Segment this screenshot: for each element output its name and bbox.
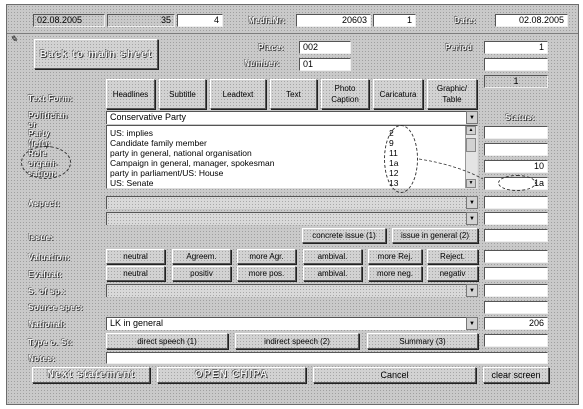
valuation-agreement-button[interactable]: Agreem. bbox=[172, 249, 231, 264]
cancel-button[interactable]: Cancel bbox=[313, 367, 476, 383]
politician-value: Conservative Party bbox=[106, 111, 466, 124]
evaluation-more-positive-button[interactable]: more pos. bbox=[237, 266, 296, 281]
valuation-neutral-button[interactable]: neutral bbox=[106, 249, 165, 264]
valuation-reject-button[interactable]: Reject. bbox=[427, 249, 478, 264]
status-label: Status: bbox=[505, 113, 535, 122]
period-label: Period bbox=[445, 43, 473, 52]
national-value: LK in general bbox=[106, 317, 466, 330]
source-spec-label: Source spec: bbox=[28, 303, 84, 312]
party-code-field[interactable]: 10 bbox=[484, 160, 548, 173]
counter-field[interactable]: 35 bbox=[107, 14, 175, 27]
direct-speech-button[interactable]: direct speech (1) bbox=[106, 333, 228, 349]
tab-leadtext[interactable]: Leadtext bbox=[210, 79, 266, 109]
scroll-thumb[interactable] bbox=[466, 138, 476, 152]
valuation-label: Valuation: bbox=[28, 253, 71, 262]
source-of-speech-label: S. of sp.: bbox=[28, 287, 66, 296]
clear-screen-button[interactable]: clear screen bbox=[483, 367, 549, 383]
text-form-label: Text Form: bbox=[28, 94, 73, 103]
aspect-code-2[interactable] bbox=[484, 212, 548, 225]
open-chipa-button[interactable]: OPEN CHIPA bbox=[157, 367, 306, 383]
period-field[interactable]: 1 bbox=[484, 41, 548, 54]
issue-in-general-button[interactable]: issue in general (2) bbox=[392, 228, 478, 243]
place-field[interactable]: 002 bbox=[299, 41, 351, 54]
entry-date-field[interactable]: 02.08.2005 bbox=[33, 14, 105, 27]
list-item[interactable]: party in general, national organisation bbox=[110, 148, 252, 158]
back-to-main-sheet-button[interactable]: Back to main sheet bbox=[34, 39, 158, 69]
concrete-issue-button[interactable]: concrete issue (1) bbox=[302, 228, 386, 243]
header-divider bbox=[7, 33, 578, 34]
evaluation-label: Evaluat: bbox=[28, 270, 63, 279]
evaluation-more-negative-button[interactable]: more neg. bbox=[368, 266, 422, 281]
tab-headlines[interactable]: Headlines bbox=[106, 79, 155, 109]
evaluation-negative-button[interactable]: negativ bbox=[427, 266, 478, 281]
page-field[interactable]: 1 bbox=[373, 14, 416, 27]
coding-form-window: 02.08.2005 35 4 MediaNr: 20603 1 Date: 0… bbox=[6, 4, 579, 405]
notes-label: Notes: bbox=[28, 354, 56, 363]
aspect-dropdown-2[interactable]: ▼ bbox=[106, 212, 478, 225]
number-field[interactable]: 01 bbox=[299, 58, 351, 71]
valuation-ambivalent-button[interactable]: ambival. bbox=[303, 249, 362, 264]
aspect-code-1[interactable] bbox=[484, 196, 548, 209]
national-dropdown[interactable]: LK in general ▼ bbox=[106, 317, 478, 330]
media-nr-field[interactable]: 20603 bbox=[296, 14, 371, 27]
chevron-down-icon[interactable]: ▼ bbox=[466, 111, 478, 124]
party-label: Party bbox=[28, 129, 51, 138]
evaluation-ambivalent-button[interactable]: ambival. bbox=[303, 266, 362, 281]
highlight-ellipse bbox=[21, 146, 71, 179]
aspect-dropdown-1[interactable]: ▼ bbox=[106, 196, 478, 209]
valuation-more-rejection-button[interactable]: more Rej. bbox=[368, 249, 422, 264]
list-item[interactable]: Candidate family member bbox=[110, 138, 207, 148]
source-spec-field[interactable] bbox=[484, 301, 548, 314]
list-item[interactable]: party in parliament/US: House bbox=[110, 168, 223, 178]
date-field[interactable]: 02.08.2005 bbox=[495, 14, 568, 27]
evaluation-neutral-button[interactable]: neutral bbox=[106, 266, 165, 281]
media-nr-label: MediaNr: bbox=[248, 16, 286, 25]
pencil-icon: ✎ bbox=[10, 34, 18, 44]
date-label: Date: bbox=[454, 16, 477, 25]
national-label: National: bbox=[28, 320, 66, 329]
source-of-speech-dropdown[interactable]: ▼ bbox=[106, 284, 478, 297]
code-highlight-ellipse bbox=[384, 125, 418, 193]
status-field-1[interactable] bbox=[484, 126, 548, 139]
number-label: Number: bbox=[244, 59, 280, 68]
scroll-up-icon[interactable]: ▲ bbox=[466, 126, 476, 135]
sequence-field[interactable]: 4 bbox=[177, 14, 223, 27]
politician-dropdown[interactable]: Conservative Party ▼ bbox=[106, 111, 478, 124]
chevron-down-icon[interactable]: ▼ bbox=[466, 212, 478, 225]
tab-subtitle[interactable]: Subtitle bbox=[159, 79, 206, 109]
evaluation-positive-button[interactable]: positiv bbox=[172, 266, 231, 281]
status-field-2[interactable] bbox=[484, 143, 548, 156]
tab-photo-caption[interactable]: Photo Caption bbox=[321, 79, 369, 109]
tab-caricatura[interactable]: Caricatura bbox=[373, 79, 423, 109]
tab-graphic-table[interactable]: Graphic/ Table bbox=[427, 79, 477, 109]
issue-code[interactable] bbox=[484, 229, 548, 242]
valuation-code[interactable] bbox=[484, 250, 548, 263]
summary-button[interactable]: Summary (3) bbox=[367, 333, 478, 349]
chevron-down-icon[interactable]: ▼ bbox=[466, 317, 478, 330]
indirect-speech-button[interactable]: indirect speech (2) bbox=[235, 333, 359, 349]
connector-arrow bbox=[418, 158, 484, 180]
list-item[interactable]: Campaign in general, manager, spokesman bbox=[110, 158, 274, 168]
notes-field[interactable] bbox=[106, 352, 548, 364]
type-of-statement-code[interactable] bbox=[484, 334, 548, 347]
period-extra-field[interactable] bbox=[484, 58, 548, 71]
aspect-label: Aspect: bbox=[28, 199, 61, 208]
text-form-value[interactable]: 1 bbox=[484, 75, 548, 88]
chevron-down-icon[interactable]: ▼ bbox=[466, 196, 478, 209]
tab-text[interactable]: Text bbox=[270, 79, 317, 109]
list-item[interactable]: US: implies bbox=[110, 128, 153, 138]
next-statement-button[interactable]: Next statement bbox=[32, 367, 150, 383]
value-highlight-ellipse bbox=[498, 175, 536, 191]
valuation-more-agreement-button[interactable]: more Agr. bbox=[237, 249, 296, 264]
national-code[interactable]: 206 bbox=[484, 317, 548, 330]
issue-label: Issue: bbox=[28, 233, 54, 242]
place-label: Place: bbox=[258, 43, 284, 52]
evaluation-code[interactable] bbox=[484, 267, 548, 280]
chevron-down-icon[interactable]: ▼ bbox=[466, 284, 478, 297]
list-item[interactable]: US: Senate bbox=[110, 178, 153, 188]
source-of-speech-code[interactable] bbox=[484, 284, 548, 297]
type-of-statement-label: Type o. St: bbox=[28, 338, 73, 347]
